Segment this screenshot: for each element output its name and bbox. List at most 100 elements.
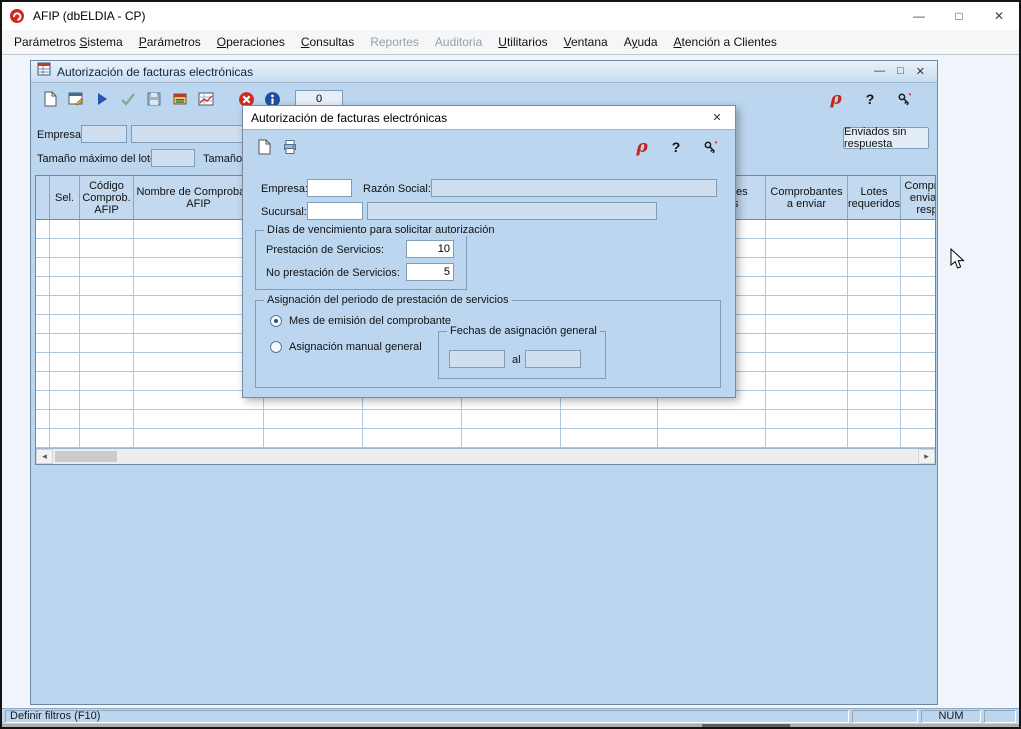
- table-cell[interactable]: [658, 410, 766, 428]
- exit-button[interactable]: ρ: [823, 87, 849, 111]
- table-cell[interactable]: [50, 429, 80, 447]
- table-cell[interactable]: [50, 277, 80, 295]
- table-cell[interactable]: [658, 429, 766, 447]
- radio-asignacion-manual[interactable]: Asignación manual general: [270, 341, 422, 353]
- table-cell[interactable]: [848, 315, 901, 333]
- table-cell[interactable]: [901, 372, 936, 390]
- table-cell[interactable]: [134, 410, 264, 428]
- grid-column-2[interactable]: Código Comprob. AFIP: [80, 176, 134, 220]
- validate-button[interactable]: [115, 87, 141, 111]
- minimize-button[interactable]: —: [899, 2, 939, 30]
- grid-column-10[interactable]: Lotes requeridos: [848, 176, 901, 220]
- menu-item-6[interactable]: Utilitarios: [490, 30, 555, 54]
- table-cell[interactable]: [848, 391, 901, 409]
- table-cell[interactable]: [80, 391, 134, 409]
- dialog-empresa-input[interactable]: [307, 179, 352, 197]
- radio-mes-emision[interactable]: Mes de emisión del comprobante: [270, 315, 451, 327]
- scroll-thumb[interactable]: [55, 451, 117, 462]
- horizontal-scrollbar[interactable]: ◂ ▸: [36, 448, 935, 464]
- table-cell[interactable]: [848, 239, 901, 257]
- table-cell[interactable]: [766, 296, 848, 314]
- filter-key-button[interactable]: [891, 87, 917, 111]
- table-cell[interactable]: [848, 353, 901, 371]
- table-cell[interactable]: [50, 296, 80, 314]
- table-cell[interactable]: [80, 334, 134, 352]
- sucursal-name-input[interactable]: [367, 202, 657, 220]
- table-cell[interactable]: [766, 258, 848, 276]
- child-close-button[interactable]: ✕: [916, 65, 925, 78]
- table-cell[interactable]: [462, 410, 561, 428]
- table-cell[interactable]: [363, 410, 462, 428]
- table-cell[interactable]: [901, 296, 936, 314]
- table-cell[interactable]: [80, 372, 134, 390]
- table-cell[interactable]: [50, 315, 80, 333]
- table-cell[interactable]: [50, 220, 80, 238]
- save-button[interactable]: [141, 87, 167, 111]
- table-cell[interactable]: [50, 239, 80, 257]
- grid-column-9[interactable]: Comprobantes a enviar: [766, 176, 848, 220]
- table-cell[interactable]: [50, 372, 80, 390]
- table-cell[interactable]: [36, 429, 50, 447]
- table-cell[interactable]: [36, 315, 50, 333]
- fecha-desde-input[interactable]: [449, 350, 505, 368]
- table-cell[interactable]: [766, 391, 848, 409]
- table-cell[interactable]: [766, 410, 848, 428]
- dialog-help-button[interactable]: ?: [663, 135, 689, 159]
- table-cell[interactable]: [848, 429, 901, 447]
- table-cell[interactable]: [766, 372, 848, 390]
- table-cell[interactable]: [462, 429, 561, 447]
- table-cell[interactable]: [848, 220, 901, 238]
- child-minimize-button[interactable]: —: [874, 65, 885, 78]
- scroll-left-button[interactable]: ◂: [36, 449, 53, 464]
- table-cell[interactable]: [36, 258, 50, 276]
- table-cell[interactable]: [50, 334, 80, 352]
- table-cell[interactable]: [901, 429, 936, 447]
- table-row[interactable]: [36, 429, 936, 448]
- table-cell[interactable]: [766, 353, 848, 371]
- table-cell[interactable]: [264, 410, 363, 428]
- grid-column-0[interactable]: [36, 176, 50, 220]
- table-cell[interactable]: [901, 391, 936, 409]
- dialog-new-button[interactable]: [251, 135, 277, 159]
- table-cell[interactable]: [80, 277, 134, 295]
- enviados-sin-respuesta-button[interactable]: Enviados sin respuesta: [843, 127, 929, 149]
- table-cell[interactable]: [80, 429, 134, 447]
- razon-social-input[interactable]: [431, 179, 717, 197]
- table-cell[interactable]: [36, 296, 50, 314]
- menu-item-3[interactable]: Consultas: [293, 30, 362, 54]
- fecha-hasta-input[interactable]: [525, 350, 581, 368]
- table-cell[interactable]: [561, 410, 658, 428]
- scroll-track[interactable]: [53, 449, 918, 464]
- help-button[interactable]: ?: [857, 87, 883, 111]
- sucursal-input[interactable]: [307, 202, 363, 220]
- dialog-key-button[interactable]: [697, 135, 723, 159]
- grid-column-1[interactable]: Sel.: [50, 176, 80, 220]
- menu-item-1[interactable]: Parámetros: [131, 30, 209, 54]
- table-cell[interactable]: [766, 429, 848, 447]
- table-cell[interactable]: [80, 220, 134, 238]
- empresa-input[interactable]: [81, 125, 127, 143]
- table-cell[interactable]: [901, 239, 936, 257]
- table-row[interactable]: [36, 410, 936, 429]
- table-cell[interactable]: [80, 239, 134, 257]
- dialog-print-button[interactable]: [277, 135, 303, 159]
- table-cell[interactable]: [848, 277, 901, 295]
- menu-item-7[interactable]: Ventana: [556, 30, 616, 54]
- table-cell[interactable]: [901, 258, 936, 276]
- properties-button[interactable]: [63, 87, 89, 111]
- no-prestacion-input[interactable]: [406, 263, 454, 281]
- table-cell[interactable]: [80, 296, 134, 314]
- table-cell[interactable]: [36, 391, 50, 409]
- table-cell[interactable]: [848, 334, 901, 352]
- table-cell[interactable]: [36, 277, 50, 295]
- grid-column-11[interactable]: Comprobantes enviados sin respuesta: [901, 176, 936, 220]
- table-cell[interactable]: [848, 258, 901, 276]
- menu-item-8[interactable]: Ayuda: [616, 30, 666, 54]
- batch-button[interactable]: [167, 87, 193, 111]
- lote-max-input[interactable]: [151, 149, 195, 167]
- scroll-right-button[interactable]: ▸: [918, 449, 935, 464]
- table-cell[interactable]: [901, 353, 936, 371]
- table-cell[interactable]: [901, 410, 936, 428]
- child-maximize-button[interactable]: □: [897, 65, 904, 78]
- table-cell[interactable]: [363, 429, 462, 447]
